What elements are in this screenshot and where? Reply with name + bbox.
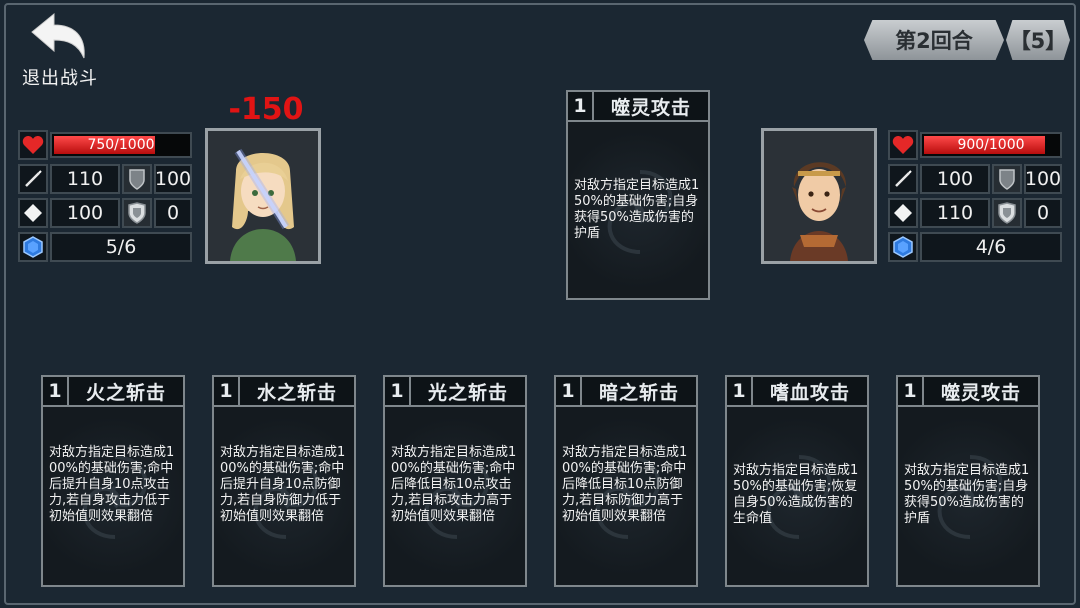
skill-name: 光之斩击: [427, 381, 508, 404]
player-portrait[interactable]: [205, 128, 321, 264]
skill-card-body: 对敌方指定目标造成100%的基础伤害;命中后提升自身10点攻击力,若自身攻击力低…: [41, 405, 185, 587]
enemy-skill-body: 对敌方指定目标造成150%的基础伤害;自身获得50%造成伤害的护盾: [566, 120, 710, 300]
skill-card-body: 对敌方指定目标造成100%的基础伤害;命中后降低目标10点攻击力,若目标攻击力高…: [383, 405, 527, 587]
skill-cost: 1: [898, 377, 924, 405]
player-resist-value: 0: [154, 198, 192, 228]
skill-card-5[interactable]: 1 嗜血攻击 对敌方指定目标造成150%的基础伤害;恢复自身50%造成伤害的生命…: [725, 375, 869, 587]
player-defense-icon-cell: [122, 164, 152, 194]
skill-description: 对敌方指定目标造成150%的基础伤害;自身获得50%造成伤害的护盾: [904, 463, 1030, 526]
damage-popup: -150: [228, 92, 304, 127]
skill-name: 嗜血攻击: [769, 381, 850, 404]
player-hp-icon-cell: [18, 130, 48, 160]
enemy-skill-card: 1 噬灵攻击 对敌方指定目标造成150%的基础伤害;自身获得50%造成伤害的护盾: [566, 90, 710, 300]
sword-icon: [25, 170, 42, 187]
enemy-energy-icon-cell: [888, 232, 918, 262]
skill-card-6[interactable]: 1 噬灵攻击 对敌方指定目标造成150%的基础伤害;自身获得50%造成伤害的护盾: [896, 375, 1040, 587]
skill-cost: 1: [385, 377, 411, 405]
enemy-crit-icon-cell: [888, 198, 918, 228]
heart-icon: [22, 136, 44, 154]
enemy-hp-icon-cell: [888, 130, 918, 160]
enemy-hp-text: 900/1000: [957, 137, 1025, 153]
player-hp-bar: 750/1000: [50, 132, 192, 158]
skill-name: 火之斩击: [85, 381, 166, 404]
enemy-energy-value: 4/6: [920, 232, 1062, 262]
sword-icon: [895, 170, 912, 187]
skill-card-header: 1 水之斩击: [212, 375, 356, 407]
skill-description: 对敌方指定目标造成150%的基础伤害;自身获得50%造成伤害的护盾: [574, 178, 700, 241]
diamond-icon: [894, 204, 912, 222]
enemy-defense-value: 100: [1024, 164, 1062, 194]
skill-card-header: 1 光之斩击: [383, 375, 527, 407]
enemy-resist-value: 0: [1024, 198, 1062, 228]
enemy-resist-icon-cell: [992, 198, 1022, 228]
skill-name: 噬灵攻击: [940, 381, 1021, 404]
skill-description: 对敌方指定目标造成100%的基础伤害;命中后降低目标10点防御力,若目标防御力高…: [562, 445, 688, 524]
skill-cost: 1: [43, 377, 69, 405]
skill-cost: 1: [727, 377, 753, 405]
enemy-avatar-image: [764, 131, 874, 261]
heart-icon: [892, 136, 914, 154]
skill-cost: 1: [568, 92, 594, 120]
shield-icon: [999, 169, 1015, 190]
player-energy-icon-cell: [18, 232, 48, 262]
skill-card-3[interactable]: 1 光之斩击 对敌方指定目标造成100%的基础伤害;命中后降低目标10点攻击力,…: [383, 375, 527, 587]
emblem-shield-icon: [998, 202, 1016, 224]
player-crit-icon-cell: [18, 198, 48, 228]
enemy-portrait[interactable]: [761, 128, 877, 264]
player-crit-value: 100: [50, 198, 120, 228]
enemy-defense-icon-cell: [992, 164, 1022, 194]
enemy-attack-value: 100: [920, 164, 990, 194]
enemy-skill-header: 1 噬灵攻击: [566, 90, 710, 122]
skill-card-body: 对敌方指定目标造成150%的基础伤害;恢复自身50%造成伤害的生命值: [725, 405, 869, 587]
player-resist-icon-cell: [122, 198, 152, 228]
emblem-shield-icon: [128, 202, 146, 224]
crystal-icon: [23, 236, 43, 258]
skill-description: 对敌方指定目标造成100%的基础伤害;命中后降低目标10点攻击力,若目标攻击力高…: [391, 445, 517, 524]
back-arrow-icon: [31, 12, 85, 59]
enemy-attack-icon-cell: [888, 164, 918, 194]
enemy-crit-value: 110: [920, 198, 990, 228]
turn-counter: 【5】: [1006, 20, 1070, 60]
player-attack-icon-cell: [18, 164, 48, 194]
player-defense-value: 100: [154, 164, 192, 194]
player-attack-value: 110: [50, 164, 120, 194]
player-hp-text: 750/1000: [87, 137, 155, 153]
skill-card-header: 1 暗之斩击: [554, 375, 698, 407]
enemy-stats-panel: 900/1000 100 100 110 0 4/6: [888, 128, 1062, 264]
skill-description: 对敌方指定目标造成100%的基础伤害;命中后提升自身10点攻击力,若自身攻击力低…: [49, 445, 175, 524]
crystal-icon: [893, 236, 913, 258]
player-energy-value: 5/6: [50, 232, 192, 262]
skill-name: 暗之斩击: [598, 381, 679, 404]
exit-battle-button[interactable]: 退出战斗: [18, 12, 102, 89]
enemy-hp-bar: 900/1000: [920, 132, 1062, 158]
skill-card-body: 对敌方指定目标造成100%的基础伤害;命中后提升自身10点防御力,若自身防御力低…: [212, 405, 356, 587]
round-indicator: 第2回合: [864, 20, 1004, 60]
skill-description: 对敌方指定目标造成100%的基础伤害;命中后提升自身10点防御力,若自身防御力低…: [220, 445, 346, 524]
skill-card-body: 对敌方指定目标造成150%的基础伤害;自身获得50%造成伤害的护盾: [896, 405, 1040, 587]
exit-battle-label: 退出战斗: [22, 68, 98, 89]
skill-card-4[interactable]: 1 暗之斩击 对敌方指定目标造成100%的基础伤害;命中后降低目标10点防御力,…: [554, 375, 698, 587]
player-avatar-image: [208, 131, 318, 261]
skill-name: 噬灵攻击: [610, 96, 691, 119]
skill-cost: 1: [556, 377, 582, 405]
skill-card-header: 1 嗜血攻击: [725, 375, 869, 407]
shield-icon: [129, 169, 145, 190]
skill-cost: 1: [214, 377, 240, 405]
skill-card-body: 对敌方指定目标造成100%的基础伤害;命中后降低目标10点防御力,若目标防御力高…: [554, 405, 698, 587]
skill-card-header: 1 火之斩击: [41, 375, 185, 407]
skill-description: 对敌方指定目标造成150%的基础伤害;恢复自身50%造成伤害的生命值: [733, 463, 859, 526]
skill-card-header: 1 噬灵攻击: [896, 375, 1040, 407]
player-stats-panel: 750/1000 110 100 100 0 5/6: [18, 128, 192, 264]
skill-card-2[interactable]: 1 水之斩击 对敌方指定目标造成100%的基础伤害;命中后提升自身10点防御力,…: [212, 375, 356, 587]
diamond-icon: [24, 204, 42, 222]
skill-card-1[interactable]: 1 火之斩击 对敌方指定目标造成100%的基础伤害;命中后提升自身10点攻击力,…: [41, 375, 185, 587]
skill-name: 水之斩击: [256, 381, 337, 404]
